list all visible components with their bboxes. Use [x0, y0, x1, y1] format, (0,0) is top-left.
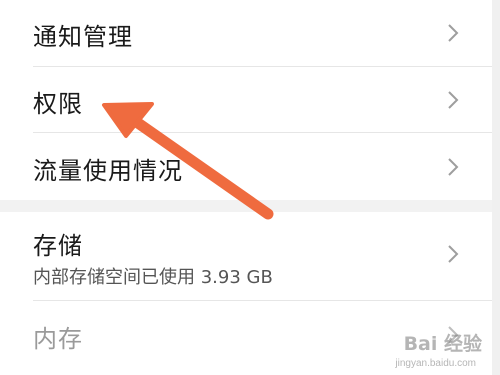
app-settings-screen: 通知管理 权限 流量使用情况 存储 内部存储空间已使用 3.93 GB 内存 B… [0, 0, 500, 375]
screen-edge [492, 0, 500, 375]
settings-item-notification-management[interactable]: 通知管理 [0, 0, 500, 66]
chevron-right-icon [448, 158, 459, 176]
settings-item-label: 存储 [33, 232, 83, 260]
settings-item-permissions[interactable]: 权限 [0, 67, 500, 132]
storage-usage-text: 内部存储空间已使用 3.93 GB [33, 267, 273, 288]
watermark-url: jingyan.baidu.com [395, 358, 476, 369]
settings-item-storage[interactable]: 存储 内部存储空间已使用 3.93 GB [0, 212, 500, 300]
chevron-right-icon [448, 24, 459, 42]
section-separator [0, 200, 500, 212]
chevron-right-icon [448, 91, 459, 109]
watermark-text: Bai 经验 [403, 333, 482, 355]
settings-item-label: 权限 [33, 90, 83, 118]
baidu-jingyan-watermark: Bai 经验 jingyan.baidu.com [372, 329, 482, 369]
chevron-right-icon [448, 245, 459, 263]
settings-item-label: 通知管理 [33, 23, 133, 51]
settings-item-label: 内存 [33, 325, 83, 353]
settings-item-data-usage[interactable]: 流量使用情况 [0, 133, 500, 200]
settings-item-label: 流量使用情况 [33, 157, 183, 185]
